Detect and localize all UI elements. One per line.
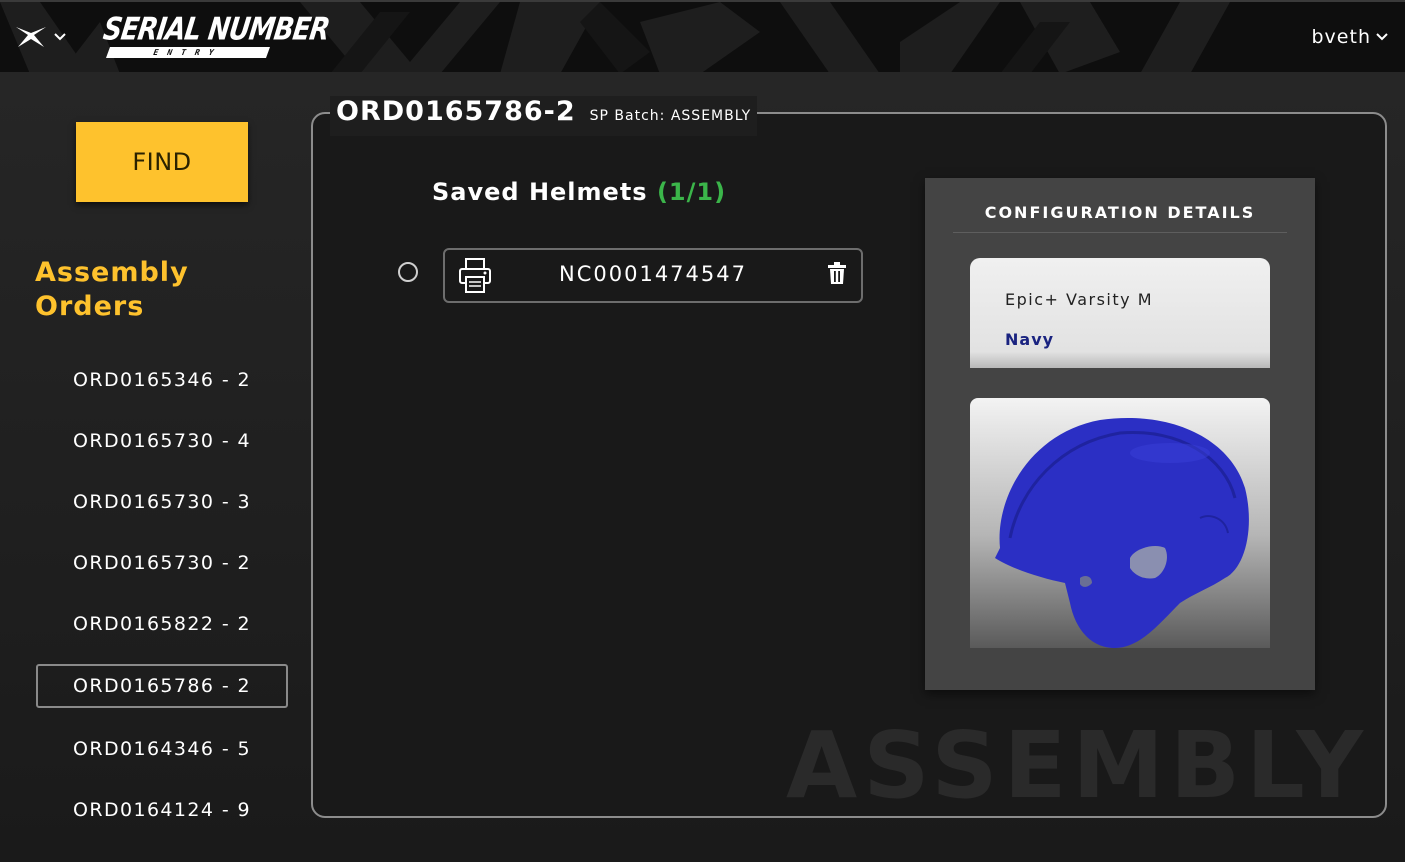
- top-header: SERIAL NUMBER ENTRY SYSTEM bveth: [0, 0, 1405, 72]
- find-button[interactable]: FIND: [76, 122, 248, 202]
- order-list-item[interactable]: ORD0165822 - 2: [36, 603, 288, 645]
- saved-helmets-label: Saved Helmets: [432, 178, 648, 206]
- helmet-row: NC0001474547: [443, 248, 863, 303]
- divider: [953, 232, 1287, 233]
- brand-subtitle: ENTRY SYSTEM: [105, 47, 271, 58]
- brand-title: SERIAL NUMBER: [100, 12, 332, 48]
- sidebar-title: Assembly Orders: [35, 257, 189, 322]
- panel-heading: ORD0165786-2 SP Batch: ASSEMBLY: [330, 96, 758, 136]
- chevron-down-icon: [1376, 33, 1388, 41]
- configuration-details-card: CONFIGURATION DETAILS Epic+ Varsity M Na…: [925, 178, 1315, 690]
- saved-helmets-heading: Saved Helmets (1/1): [432, 178, 726, 206]
- order-list-item[interactable]: ORD0165730 - 4: [36, 420, 288, 462]
- x-logo-icon: [16, 27, 46, 47]
- order-list-item[interactable]: ORD0165730 - 3: [36, 481, 288, 523]
- order-list-item[interactable]: ORD0164346 - 5: [36, 728, 288, 770]
- order-list-item-selected[interactable]: ORD0165786 - 2: [36, 664, 288, 708]
- order-title: ORD0165786-2: [336, 96, 576, 127]
- model-color: Navy: [1005, 330, 1055, 349]
- trash-icon[interactable]: [827, 262, 847, 286]
- order-list-item[interactable]: ORD0164124 - 9: [36, 789, 288, 831]
- chevron-down-icon: [54, 33, 66, 41]
- username: bveth: [1311, 26, 1371, 48]
- brand-logo: SERIAL NUMBER ENTRY SYSTEM: [101, 12, 331, 62]
- helmet-serial-number: NC0001474547: [559, 262, 747, 286]
- model-name: Epic+ Varsity M: [1005, 290, 1153, 309]
- helmet-picture: [995, 417, 1249, 648]
- user-menu[interactable]: bveth: [1312, 26, 1390, 48]
- model-info-box: Epic+ Varsity M Navy: [970, 258, 1270, 368]
- helmet-image: [970, 398, 1270, 648]
- batch-label: SP Batch: ASSEMBLY: [589, 108, 752, 124]
- app-switcher-menu[interactable]: [14, 24, 66, 50]
- configuration-title: CONFIGURATION DETAILS: [984, 203, 1256, 222]
- helmet-select-radio[interactable]: [398, 262, 418, 282]
- batch-watermark: ASSEMBLY: [786, 712, 1370, 819]
- order-list-item[interactable]: ORD0165730 - 2: [36, 542, 288, 584]
- order-list-item[interactable]: ORD0165346 - 2: [36, 359, 288, 401]
- saved-helmets-count: (1/1): [656, 178, 727, 206]
